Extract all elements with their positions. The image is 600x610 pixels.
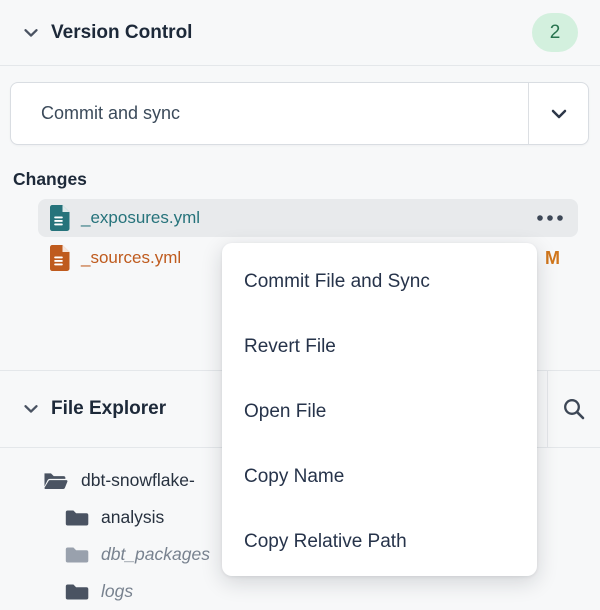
- tree-item-label: dbt-snowflake-: [81, 470, 195, 491]
- commit-dropdown-label: Commit and sync: [11, 83, 180, 144]
- changes-heading: Changes: [13, 169, 600, 190]
- chevron-down-icon: [22, 24, 40, 42]
- chevron-down-icon: [548, 103, 570, 125]
- tree-item-label: dbt_packages: [101, 544, 210, 565]
- yml-file-icon: [50, 245, 70, 271]
- tree-item-logs[interactable]: logs: [0, 573, 600, 610]
- yml-file-icon: [50, 205, 70, 231]
- version-control-header[interactable]: Version Control 2: [0, 0, 600, 66]
- file-context-menu: Commit File and Sync Revert File Open Fi…: [222, 243, 537, 576]
- row-actions-ellipsis-icon[interactable]: [534, 210, 566, 226]
- change-file-name: _exposures.yml: [81, 208, 200, 228]
- menu-item-revert-file[interactable]: Revert File: [222, 314, 537, 379]
- folder-icon: [65, 545, 89, 565]
- commit-and-sync-dropdown[interactable]: Commit and sync: [10, 82, 589, 145]
- changes-count-badge: 2: [532, 13, 578, 52]
- commit-dropdown-caret[interactable]: [528, 83, 588, 144]
- search-button[interactable]: [547, 371, 600, 447]
- folder-icon: [65, 582, 89, 602]
- menu-item-open-file[interactable]: Open File: [222, 379, 537, 444]
- menu-item-copy-name[interactable]: Copy Name: [222, 444, 537, 509]
- file-explorer-title: File Explorer: [51, 398, 166, 420]
- tree-item-label: logs: [101, 581, 133, 602]
- version-control-title: Version Control: [51, 22, 192, 44]
- folder-icon: [65, 508, 89, 528]
- tree-item-label: analysis: [101, 507, 164, 528]
- menu-item-copy-relative-path[interactable]: Copy Relative Path: [222, 509, 537, 574]
- chevron-down-icon: [22, 400, 40, 418]
- folder-open-icon: [42, 470, 69, 491]
- change-row-exposures[interactable]: _exposures.yml: [38, 199, 578, 237]
- menu-item-commit-file-and-sync[interactable]: Commit File and Sync: [222, 249, 537, 314]
- search-icon: [562, 397, 586, 421]
- git-modified-badge: M: [545, 248, 566, 269]
- change-file-name: _sources.yml: [81, 248, 181, 268]
